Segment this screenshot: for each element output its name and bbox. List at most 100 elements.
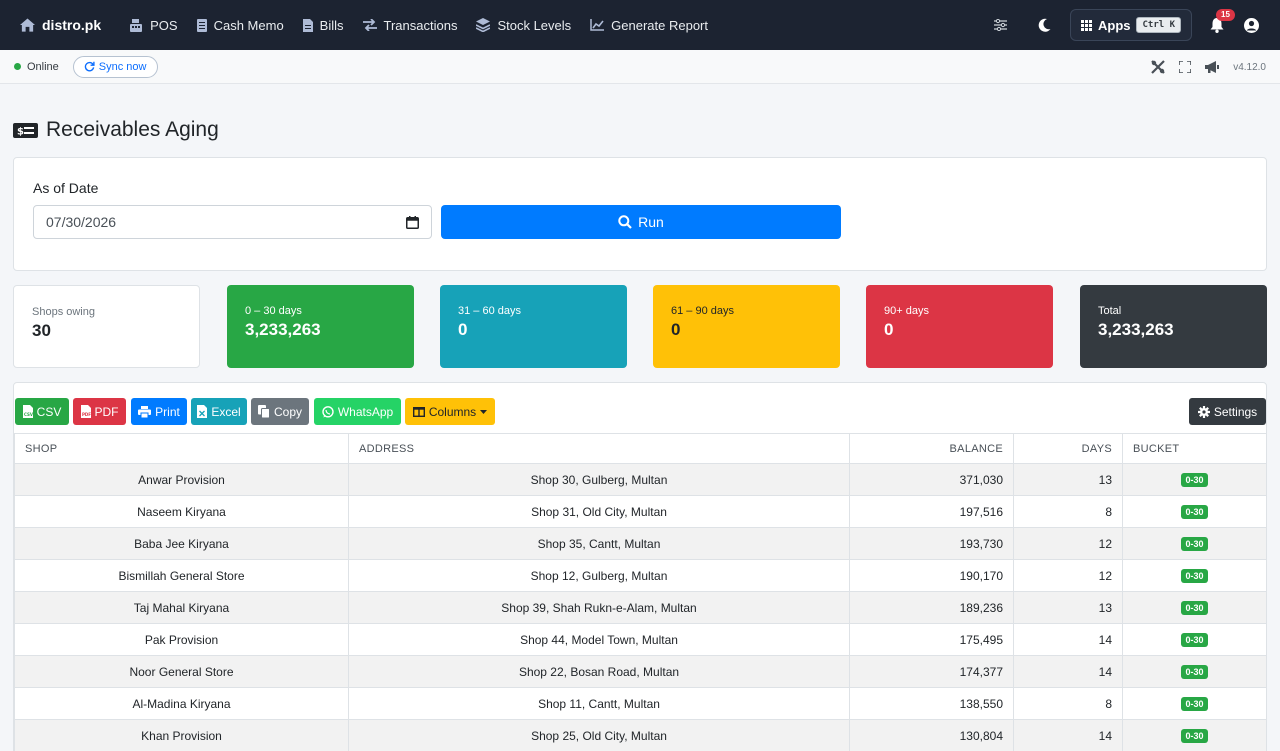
whatsapp-label: WhatsApp [337, 404, 394, 419]
run-button[interactable]: Run [441, 205, 841, 239]
csv-label: CSV [36, 404, 62, 419]
fullscreen-icon[interactable] [1179, 61, 1192, 73]
bucket-badge: 0-30 [1181, 633, 1208, 647]
nav-bills[interactable]: Bills [302, 17, 344, 33]
table-row[interactable]: Naseem Kiryana Shop 31, Old City, Multan… [14, 495, 1266, 528]
apps-button[interactable]: Apps Ctrl K [1069, 9, 1192, 41]
tools-icon[interactable] [1151, 60, 1165, 74]
header-balance[interactable]: BALANCE [849, 433, 1014, 464]
sync-now-button[interactable]: Sync now [72, 55, 158, 78]
printer-icon [138, 405, 152, 418]
settings-button[interactable]: Settings [1189, 398, 1266, 425]
table-row[interactable]: Al-Madina Kiryana Shop 11, Cantt, Multan… [14, 687, 1266, 720]
cell-balance: 371,030 [849, 463, 1014, 496]
whatsapp-button[interactable]: WhatsApp [314, 398, 401, 425]
cell-address: Shop 35, Cantt, Multan [348, 527, 850, 560]
bucket-badge: 0-30 [1181, 505, 1208, 519]
copy-icon [257, 405, 270, 418]
header-shop[interactable]: SHOP [14, 433, 349, 464]
as-of-date-input[interactable]: 07/30/2026 [33, 205, 432, 239]
header-bucket[interactable]: BUCKET [1122, 433, 1266, 464]
summary-label: 31 – 60 days [458, 305, 521, 317]
summary-label: Shops owing [32, 306, 95, 318]
excel-label: Excel [211, 404, 241, 419]
summary-total: Total 3,233,263 [1080, 285, 1267, 368]
cell-shop: Baba Jee Kiryana [14, 527, 349, 560]
nav-bills-label: Bills [319, 17, 344, 33]
cell-days: 8 [1013, 687, 1123, 720]
csv-button[interactable]: CSV CSV [15, 398, 69, 425]
cell-days: 14 [1013, 655, 1123, 688]
search-icon [618, 215, 632, 229]
table-row[interactable]: Bismillah General Store Shop 12, Gulberg… [14, 559, 1266, 592]
cell-shop: Noor General Store [14, 655, 349, 688]
line-chart-icon [590, 19, 605, 31]
copy-button[interactable]: Copy [251, 398, 309, 425]
table-row[interactable]: Noor General Store Shop 22, Bosan Road, … [14, 655, 1266, 688]
nav-pos[interactable]: POS [129, 18, 178, 33]
cell-bucket: 0-30 [1122, 591, 1266, 624]
cell-balance: 138,550 [849, 687, 1014, 720]
cell-address: Shop 44, Model Town, Multan [348, 623, 850, 656]
columns-button[interactable]: Columns [405, 398, 495, 425]
bucket-badge: 0-30 [1181, 729, 1208, 743]
summary-value: 3,233,263 [245, 320, 321, 339]
table-row[interactable]: Pak Provision Shop 44, Model Town, Multa… [14, 623, 1266, 656]
whatsapp-icon [322, 405, 334, 418]
as-of-date-value: 07/30/2026 [46, 214, 117, 230]
cash-register-icon [130, 18, 143, 32]
cell-address: Shop 22, Bosan Road, Multan [348, 655, 850, 688]
cell-bucket: 0-30 [1122, 527, 1266, 560]
summary-value: 3,233,263 [1098, 320, 1174, 339]
cell-shop: Pak Provision [14, 623, 349, 656]
print-label: Print [155, 404, 180, 419]
summary-value: 30 [32, 321, 51, 340]
nav-cash-memo[interactable]: Cash Memo [196, 18, 284, 33]
brand-link[interactable]: distro.pk [20, 17, 101, 33]
header-days[interactable]: DAYS [1013, 433, 1123, 464]
nav-generate-report-label: Generate Report [611, 17, 708, 33]
cell-days: 14 [1013, 623, 1123, 656]
pdf-button[interactable]: PDF PDF [73, 398, 126, 425]
excel-button[interactable]: Excel [191, 398, 247, 425]
home-icon [20, 18, 35, 32]
file-csv-icon: CSV [22, 405, 33, 418]
cell-address: Shop 12, Gulberg, Multan [348, 559, 850, 592]
megaphone-icon[interactable] [1205, 61, 1220, 73]
filter-settings-button[interactable] [984, 8, 1018, 42]
gear-icon [1197, 405, 1210, 418]
cell-address: Shop 31, Old City, Multan [348, 495, 850, 528]
summary-label: Total [1098, 305, 1122, 317]
cell-days: 13 [1013, 463, 1123, 496]
swap-arrows-icon [362, 19, 377, 31]
connection-status-label: Online [27, 60, 59, 73]
sync-now-label: Sync now [98, 60, 147, 73]
apps-shortcut: Ctrl K [1136, 17, 1181, 33]
cell-shop: Bismillah General Store [14, 559, 349, 592]
nav-generate-report[interactable]: Generate Report [590, 18, 708, 33]
calendar-icon[interactable] [406, 215, 419, 229]
nav-transactions[interactable]: Transactions [362, 17, 458, 33]
user-menu-button[interactable] [1234, 8, 1268, 42]
as-of-date-label: As of Date [33, 180, 99, 196]
nav-transactions-label: Transactions [383, 17, 458, 33]
nav-stock-levels[interactable]: Stock Levels [476, 18, 571, 33]
summary-90-plus-days: 90+ days 0 [866, 285, 1053, 368]
summary-label: 0 – 30 days [245, 305, 302, 317]
table-row[interactable]: Khan Provision Shop 25, Old City, Multan… [14, 719, 1266, 751]
theme-toggle-button[interactable] [1028, 8, 1062, 42]
table-row[interactable]: Baba Jee Kiryana Shop 35, Cantt, Multan … [14, 527, 1266, 560]
aging-table: SHOP ADDRESS BALANCE DAYS BUCKET Anwar P… [14, 433, 1266, 751]
table-row[interactable]: Taj Mahal Kiryana Shop 39, Shah Rukn-e-A… [14, 591, 1266, 624]
notifications-button[interactable]: 15 [1200, 8, 1235, 42]
bucket-badge: 0-30 [1181, 569, 1208, 583]
svg-text:CSV: CSV [24, 412, 33, 417]
print-button[interactable]: Print [131, 398, 187, 425]
header-address[interactable]: ADDRESS [348, 433, 850, 464]
money-bill-icon: $ [13, 122, 38, 138]
file-excel-icon [197, 405, 208, 418]
table-row[interactable]: Anwar Provision Shop 30, Gulberg, Multan… [14, 463, 1266, 496]
cell-days: 14 [1013, 719, 1123, 751]
table-header-row: SHOP ADDRESS BALANCE DAYS BUCKET [14, 433, 1266, 464]
user-circle-icon [1243, 17, 1259, 33]
